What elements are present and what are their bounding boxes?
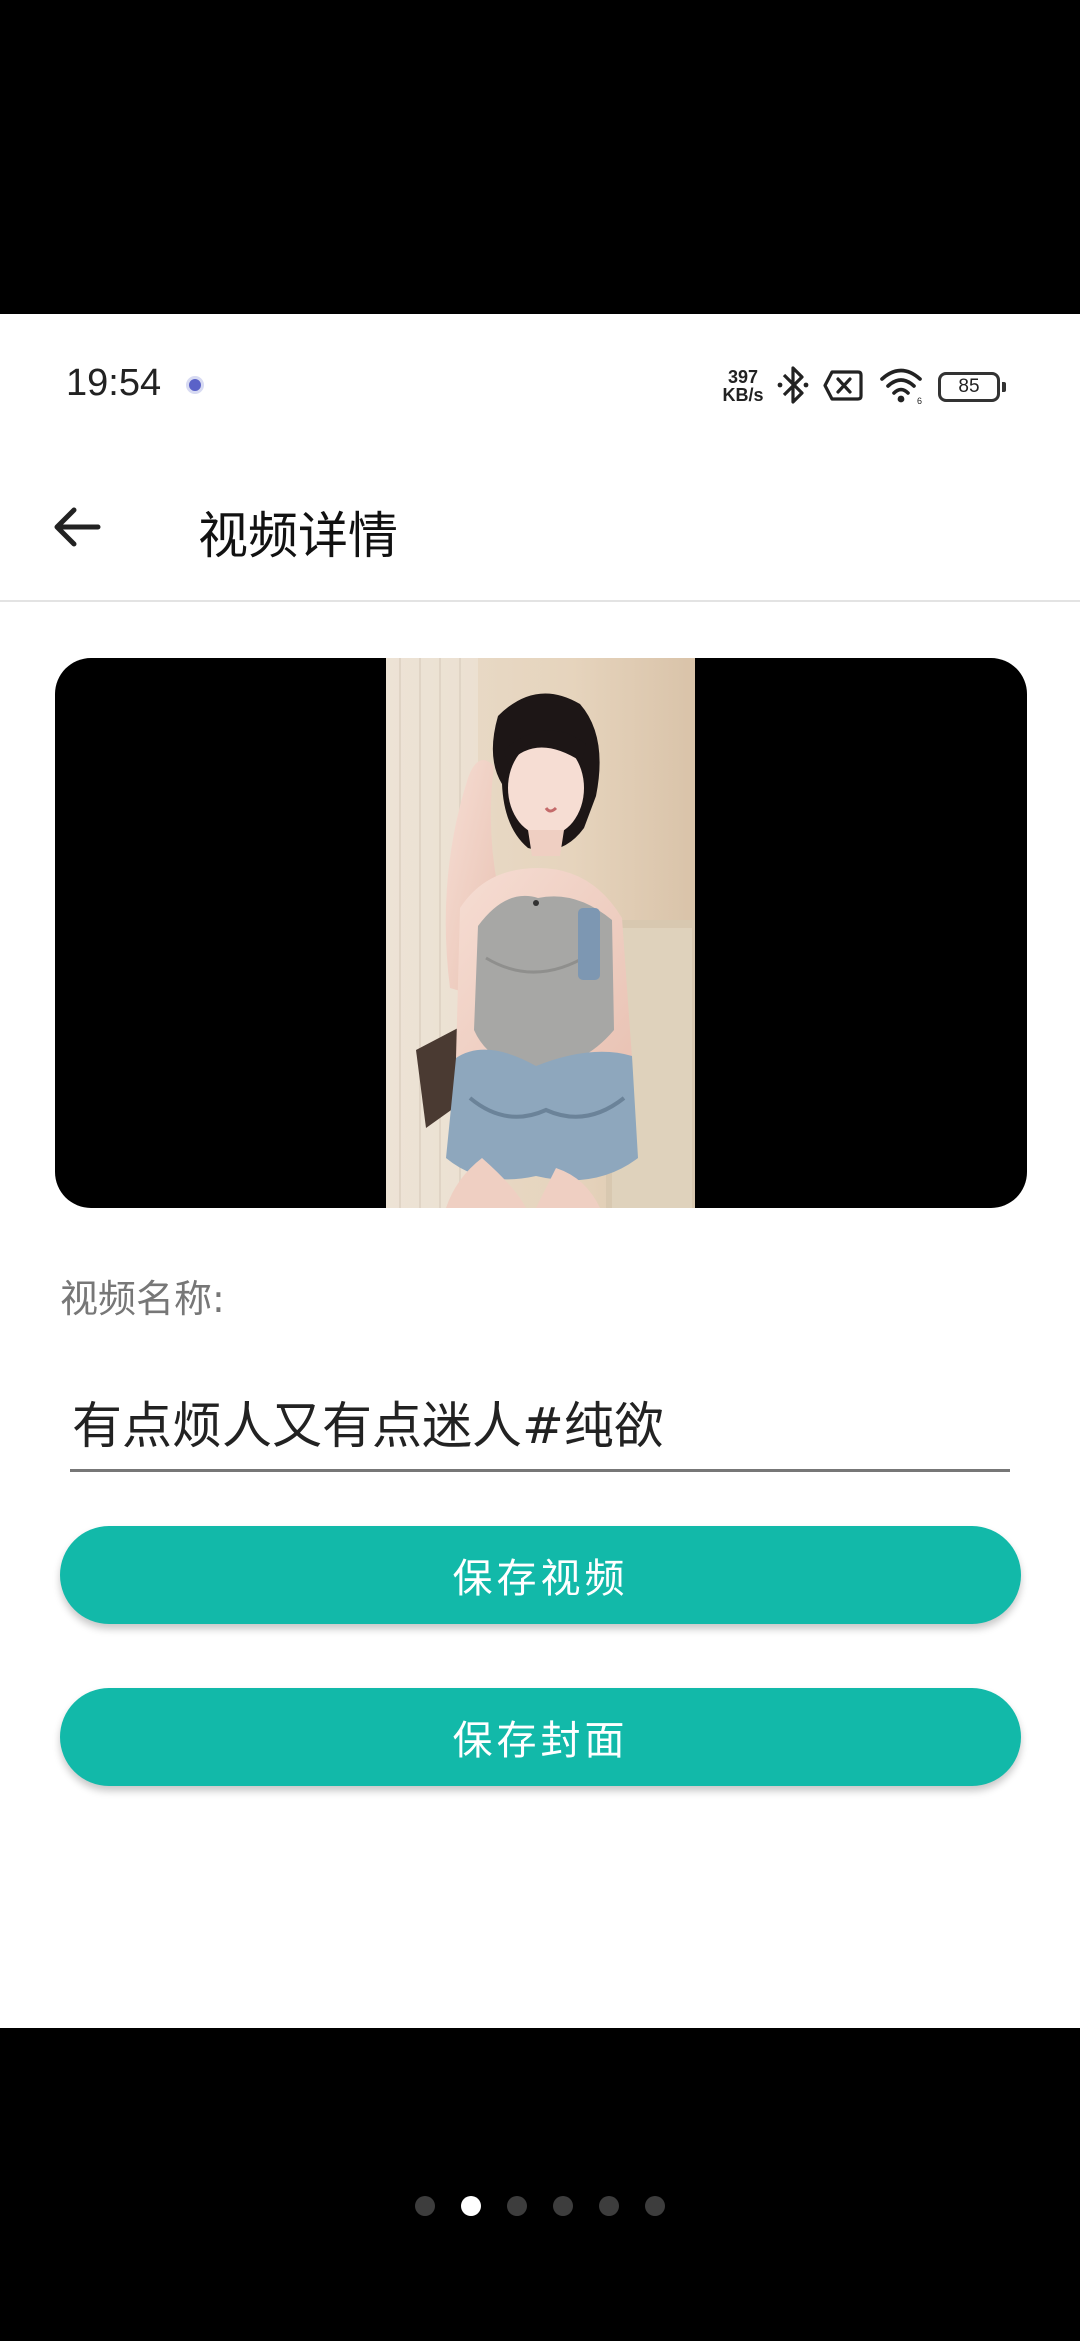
wifi-icon: 6 (880, 368, 922, 406)
video-preview[interactable] (55, 658, 1027, 1208)
network-speed-unit: KB/s (722, 385, 764, 405)
save-cover-button[interactable]: 保存封面 (60, 1688, 1021, 1786)
page-indicator (0, 2196, 1080, 2216)
page-dot[interactable] (599, 2196, 619, 2216)
status-bar: 19:54 397 KB/s 6 85 (0, 314, 1080, 454)
page-dot[interactable] (645, 2196, 665, 2216)
battery-icon: 85 (938, 372, 1006, 402)
save-video-button[interactable]: 保存视频 (60, 1526, 1021, 1624)
video-thumbnail-image (386, 658, 695, 1208)
svg-text:6: 6 (917, 396, 922, 406)
video-name-input[interactable] (70, 1374, 1010, 1472)
page-dot[interactable] (415, 2196, 435, 2216)
app-screen: 19:54 397 KB/s 6 85 视频详情 视频名称: 有点烦人又有点迷人… (0, 314, 1080, 2028)
status-time: 19:54 (66, 362, 162, 404)
bluetooth-icon (777, 366, 809, 404)
page-title: 视频详情 (198, 507, 398, 565)
page-dot-active[interactable] (461, 2196, 481, 2216)
page-dot[interactable] (553, 2196, 573, 2216)
arrow-left-icon[interactable] (40, 490, 114, 564)
no-sim-icon (823, 370, 863, 401)
app-bar: 视频详情 (0, 454, 1080, 602)
page-dot[interactable] (507, 2196, 527, 2216)
video-name-label: 视频名称: (60, 1277, 225, 1321)
notification-dot-icon (186, 376, 204, 394)
network-speed-value: 397 (727, 367, 759, 387)
network-speed: 397 KB/s (716, 368, 770, 404)
